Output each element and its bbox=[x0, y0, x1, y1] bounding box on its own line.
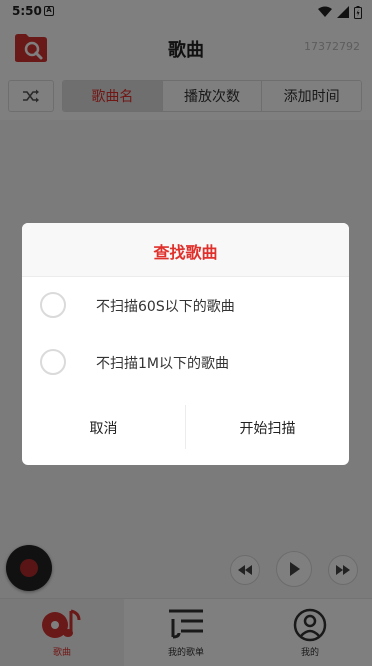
option-skip-under-1m[interactable]: 不扫描1M以下的歌曲 bbox=[22, 340, 349, 384]
start-scan-button[interactable]: 开始扫描 bbox=[186, 405, 349, 451]
scan-dialog: 查找歌曲 不扫描60S以下的歌曲 不扫描1M以下的歌曲 取消 开始扫描 bbox=[22, 223, 349, 465]
dialog-header: 查找歌曲 bbox=[22, 223, 349, 277]
dialog-actions: 取消 开始扫描 bbox=[22, 405, 349, 451]
option-skip-under-60s[interactable]: 不扫描60S以下的歌曲 bbox=[22, 283, 349, 327]
radio-skip-under-60s[interactable] bbox=[40, 292, 66, 318]
dialog-title: 查找歌曲 bbox=[153, 243, 218, 262]
option-label-skip-under-60s: 不扫描60S以下的歌曲 bbox=[96, 299, 235, 315]
app-screen: 5:50 A 歌曲 17372792 bbox=[0, 0, 372, 666]
radio-skip-under-1m[interactable] bbox=[40, 349, 66, 375]
cancel-button[interactable]: 取消 bbox=[22, 405, 185, 451]
option-label-skip-under-1m: 不扫描1M以下的歌曲 bbox=[96, 356, 229, 372]
